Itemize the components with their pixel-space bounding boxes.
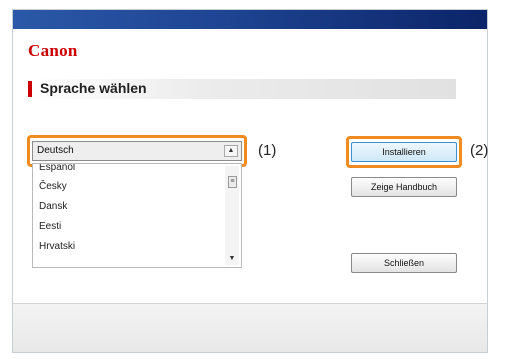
scroll-thumb-icon[interactable]: ≡ xyxy=(228,176,237,188)
window-footer xyxy=(13,303,487,352)
list-item[interactable]: Eesti xyxy=(39,221,61,232)
show-manual-button[interactable]: Zeige Handbuch xyxy=(351,177,457,197)
language-list[interactable]: Español Česky Dansk Eesti Hrvatski ≡ ▼ xyxy=(32,163,242,268)
heading-accent-bar xyxy=(28,81,32,97)
close-button[interactable]: Schließen xyxy=(351,253,457,273)
list-item[interactable]: Česky xyxy=(39,181,67,192)
title-bar xyxy=(13,10,487,29)
scroll-down-icon[interactable]: ▼ xyxy=(227,254,237,264)
page-title: Sprache wählen xyxy=(28,79,456,99)
canon-logo: Canon xyxy=(28,41,78,60)
callout-1: (1) xyxy=(258,142,277,159)
list-item[interactable]: Dansk xyxy=(39,201,67,212)
list-item[interactable]: Español xyxy=(39,164,75,173)
callout-2: (2) xyxy=(470,142,489,159)
highlight-install-button xyxy=(346,136,462,168)
page-title-text: Sprache wählen xyxy=(40,80,147,96)
list-item[interactable]: Hrvatski xyxy=(39,241,75,252)
